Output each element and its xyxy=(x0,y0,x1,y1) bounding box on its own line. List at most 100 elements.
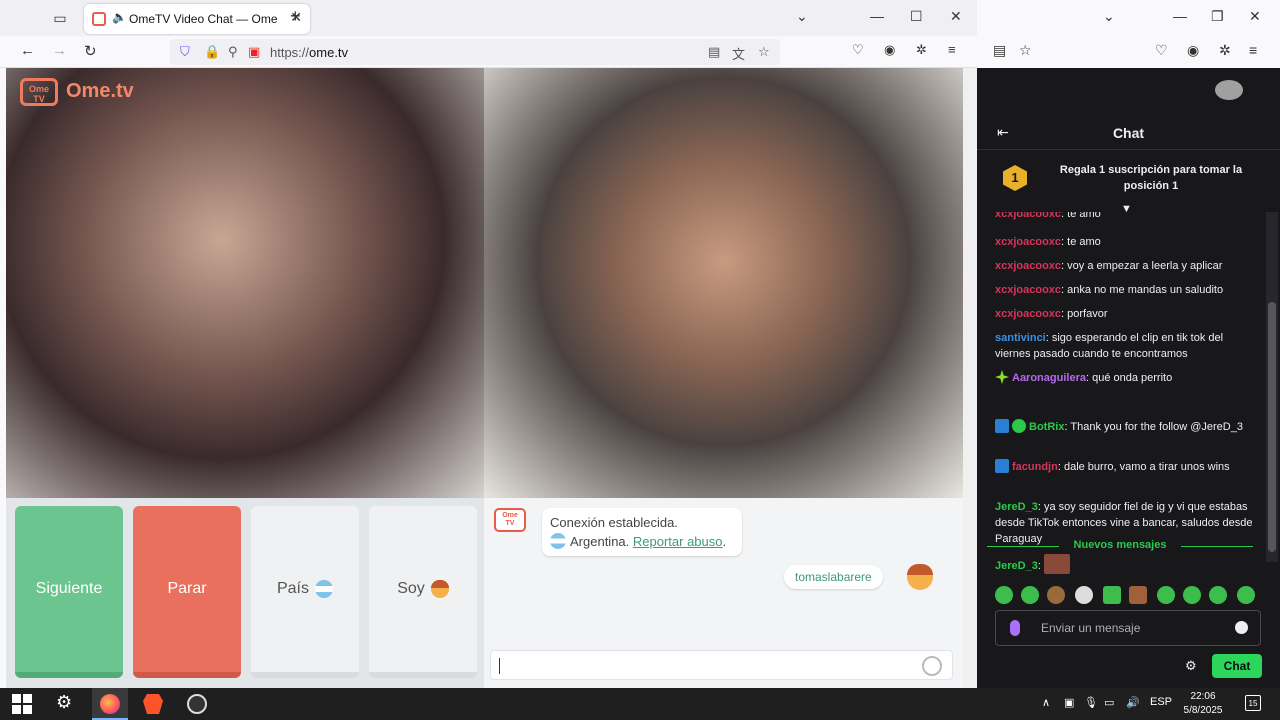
country-button[interactable]: País xyxy=(251,506,359,678)
clock[interactable]: 22:06 5/8/2025 xyxy=(1178,690,1228,718)
chat-username[interactable]: xcxjoacooxc xyxy=(995,260,1061,272)
close-window-icon[interactable]: ✕ xyxy=(950,8,962,25)
emote-icon[interactable] xyxy=(1157,586,1175,604)
extensions-icon[interactable]: ✲ xyxy=(916,42,927,58)
emote-icon[interactable] xyxy=(1103,586,1121,604)
chat-message: Aaronaguilera: qué onda perrito xyxy=(995,370,1257,386)
tray-overflow-icon[interactable]: ∧ xyxy=(1042,696,1050,709)
emote-icon[interactable] xyxy=(1047,586,1065,604)
bookmark-star-icon[interactable]: ☆ xyxy=(1019,42,1032,59)
report-abuse-link[interactable]: Reportar abuso xyxy=(633,534,723,549)
emote-icon[interactable] xyxy=(1237,586,1255,604)
argentina-flag-icon xyxy=(550,533,566,549)
microphone-icon[interactable] xyxy=(1010,620,1020,636)
menu-icon[interactable]: ≡ xyxy=(948,42,956,57)
reader-view-icon[interactable]: ▤ xyxy=(708,44,720,60)
chat-scrollbar[interactable] xyxy=(1266,212,1278,562)
reader-view-icon[interactable]: ▤ xyxy=(993,42,1006,59)
user-avatar[interactable] xyxy=(1215,80,1243,100)
url-text[interactable]: https://ome.tv xyxy=(270,45,348,60)
emote-icon[interactable] xyxy=(1183,586,1201,604)
language-indicator[interactable]: ESP xyxy=(1150,696,1172,708)
back-icon[interactable]: ← xyxy=(20,42,35,59)
minimize-icon[interactable]: — xyxy=(1173,8,1187,24)
meet-now-icon[interactable]: ▣ xyxy=(1064,696,1074,709)
emote-icon[interactable] xyxy=(1021,586,1039,604)
url-bar[interactable]: ⛉ 🔒 ⚲ ▣ https://ome.tv ▤ 文 ☆ xyxy=(170,39,780,65)
emote-icon[interactable] xyxy=(1209,586,1227,604)
send-chat-button[interactable]: Chat xyxy=(1212,654,1262,678)
speaker-icon[interactable]: 🔈 xyxy=(112,10,127,24)
local-video xyxy=(484,68,963,498)
chat-text: : porfavor xyxy=(1061,308,1108,320)
connection-status: Conexión establecida. xyxy=(550,515,678,530)
emote-picker-icon[interactable] xyxy=(1235,621,1248,634)
chat-username[interactable]: JereD_3 xyxy=(995,501,1038,513)
chat-settings-gear-icon[interactable]: ⚙ xyxy=(1185,658,1197,674)
emoji-picker-icon[interactable] xyxy=(922,656,942,676)
verified-bot-badge-icon[interactable] xyxy=(1012,419,1026,433)
chat-username[interactable]: BotRix xyxy=(1029,421,1064,433)
minimize-icon[interactable]: — xyxy=(870,8,884,24)
account-icon[interactable]: ◉ xyxy=(1187,42,1199,59)
pocket-icon[interactable]: ♡ xyxy=(1155,42,1168,59)
forward-icon[interactable]: → xyxy=(52,42,67,59)
clock-time: 22:06 xyxy=(1190,691,1216,702)
ometv-message-input[interactable] xyxy=(490,650,953,680)
firefox-icon[interactable] xyxy=(100,694,120,714)
windows-start-icon[interactable] xyxy=(12,694,32,714)
chat-scroll-thumb[interactable] xyxy=(1268,302,1276,552)
chat-username[interactable]: JereD_3 xyxy=(995,560,1038,572)
microphone-tray-icon[interactable]: 🎙 xyxy=(1084,696,1098,709)
chat-message: JereD_3: ya soy seguidor fiel de ig y vi… xyxy=(995,499,1257,547)
settings-gear-icon[interactable]: ⚙ xyxy=(56,692,76,712)
chat-username[interactable]: facundjn xyxy=(1012,461,1058,473)
chat-message: facundjn: dale burro, vamo a tirar unos … xyxy=(995,459,1257,475)
emote-icon[interactable] xyxy=(995,586,1013,604)
new-tab-icon[interactable]: + xyxy=(290,6,301,27)
screen: ▭ 🔈 OmeTV Video Chat — Ome ✕ + ⌄ — ☐ ✕ ←… xyxy=(0,0,1280,720)
chat-username[interactable]: xcxjoacooxc xyxy=(995,308,1061,320)
obs-icon[interactable] xyxy=(187,694,207,714)
chat-username[interactable]: xcxjoacooxc xyxy=(995,212,1061,220)
twitch-message-input[interactable]: Enviar un mensaje xyxy=(995,610,1261,646)
chat-username[interactable]: Aaronaguilera xyxy=(1012,372,1086,384)
emote-image[interactable] xyxy=(1043,554,1070,574)
volume-icon[interactable]: 🔊 xyxy=(1126,696,1140,709)
page-scrollbar[interactable] xyxy=(963,68,977,688)
reload-icon[interactable]: ↻ xyxy=(84,42,97,60)
pocket-icon[interactable]: ♡ xyxy=(852,42,864,58)
network-icon[interactable]: ▭ xyxy=(1104,696,1114,709)
restore-icon[interactable]: ❐ xyxy=(1211,8,1224,25)
stop-button[interactable]: Parar xyxy=(133,506,241,678)
emote-icon[interactable] xyxy=(1129,586,1147,604)
translate-icon[interactable]: 文 xyxy=(732,44,745,63)
chat-username[interactable]: xcxjoacooxc xyxy=(995,236,1061,248)
lock-icon[interactable]: 🔒 xyxy=(204,44,220,60)
emote-icon[interactable] xyxy=(1075,586,1093,604)
taskbar: ⚙ ∧ ▣ 🎙 ▭ 🔊 ESP 22:06 5/8/2025 15 xyxy=(0,688,1280,720)
notification-center-icon[interactable]: 15 xyxy=(1245,695,1261,711)
gender-button[interactable]: Soy xyxy=(369,506,477,678)
menu-icon[interactable]: ≡ xyxy=(1249,42,1257,58)
account-icon[interactable]: ◉ xyxy=(884,42,895,58)
rank-badge-icon: 1 xyxy=(1003,165,1027,191)
permissions-icon[interactable]: ⚲ xyxy=(228,44,238,60)
tab-overflow-chevron-icon[interactable]: ⌄ xyxy=(796,8,808,25)
shield-icon[interactable]: ⛉ xyxy=(180,44,190,60)
tab-overflow-chevron-icon[interactable]: ⌄ xyxy=(1103,8,1115,25)
close-window-icon[interactable]: ✕ xyxy=(1249,8,1261,25)
star-badge-icon[interactable] xyxy=(995,370,1009,384)
next-button[interactable]: Siguiente xyxy=(15,506,123,678)
chat-username[interactable]: xcxjoacooxc xyxy=(995,284,1061,296)
chat-username[interactable]: santivinci xyxy=(995,332,1046,344)
tab-ometv[interactable]: 🔈 OmeTV Video Chat — Ome ✕ xyxy=(84,4,310,34)
brave-icon[interactable] xyxy=(143,694,163,714)
extensions-icon[interactable]: ✲ xyxy=(1219,42,1231,59)
tab-list-icon[interactable]: ▭ xyxy=(50,8,70,28)
bookmark-star-icon[interactable]: ☆ xyxy=(758,44,770,60)
camera-sharing-icon[interactable]: ▣ xyxy=(248,44,260,60)
prime-badge-icon[interactable] xyxy=(995,459,1009,473)
prime-badge-icon[interactable] xyxy=(995,419,1009,433)
maximize-icon[interactable]: ☐ xyxy=(910,8,923,25)
